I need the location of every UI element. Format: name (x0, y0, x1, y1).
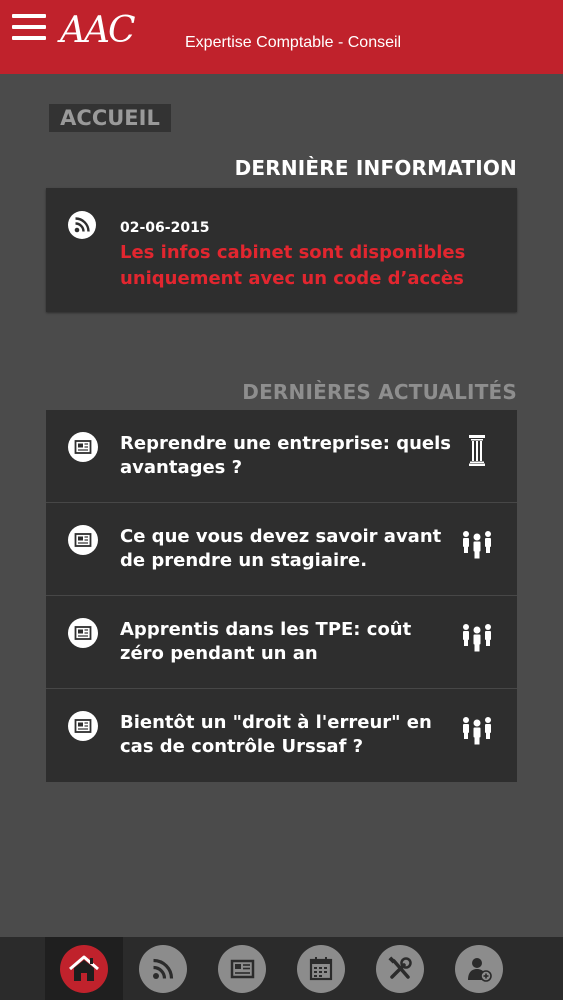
info-date: 02-06-2015 (120, 220, 210, 236)
news-title[interactable]: Apprentis dans les TPE: coût zéro pendan… (120, 618, 460, 666)
news-item[interactable]: Apprentis dans les TPE: coût zéro pendan… (46, 596, 517, 689)
nav-tools-button[interactable] (361, 937, 439, 1000)
news-title[interactable]: Reprendre une entreprise: quels avantage… (120, 432, 460, 480)
news-list: Reprendre une entreprise: quels avantage… (46, 410, 517, 782)
news-item[interactable]: Bientôt un "droit à l'erreur" en cas de … (46, 689, 517, 782)
add-user-icon (455, 945, 503, 993)
nav-add-user-button[interactable] (440, 937, 518, 1000)
people-group-icon (459, 618, 495, 654)
newspaper-icon (68, 432, 98, 462)
tools-icon (376, 945, 424, 993)
people-group-icon (459, 525, 495, 561)
rss-icon (139, 945, 187, 993)
nav-news-button[interactable] (203, 937, 281, 1000)
news-title[interactable]: Ce que vous devez savoir avant de prendr… (120, 525, 460, 573)
last-info-card[interactable]: 02-06-2015 Les infos cabinet sont dispon… (46, 188, 517, 312)
rss-icon (68, 211, 96, 239)
calendar-icon (297, 945, 345, 993)
bottom-navigation (0, 937, 563, 1000)
app-logo: AAC (60, 10, 136, 51)
newspaper-icon (68, 618, 98, 648)
newspaper-icon (218, 945, 266, 993)
newspaper-icon (68, 711, 98, 741)
last-info-section-title: DERNIÈRE INFORMATION (234, 156, 517, 180)
nav-rss-button[interactable] (124, 937, 202, 1000)
home-icon (60, 945, 108, 993)
page-title: ACCUEIL (49, 104, 171, 132)
column-pillar-icon (459, 432, 495, 468)
app-header: AAC Expertise Comptable - Conseil (0, 0, 563, 74)
news-item[interactable]: Ce que vous devez savoir avant de prendr… (46, 503, 517, 596)
news-section-title: DERNIÈRES ACTUALITÉS (242, 380, 517, 404)
nav-calendar-button[interactable] (282, 937, 360, 1000)
app-tagline: Expertise Comptable - Conseil (185, 34, 402, 51)
news-item[interactable]: Reprendre une entreprise: quels avantage… (46, 410, 517, 503)
hamburger-menu-icon[interactable] (12, 14, 46, 42)
newspaper-icon (68, 525, 98, 555)
people-group-icon (459, 711, 495, 747)
info-text[interactable]: Les infos cabinet sont disponibles uniqu… (120, 240, 500, 292)
news-title[interactable]: Bientôt un "droit à l'erreur" en cas de … (120, 711, 460, 759)
nav-home-button[interactable] (45, 937, 123, 1000)
